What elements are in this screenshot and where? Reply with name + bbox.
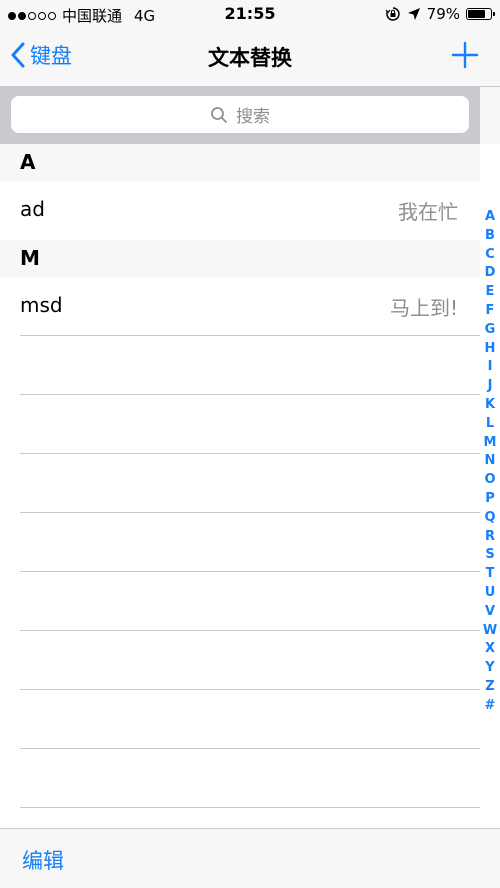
index-letter[interactable]: L [486, 415, 494, 434]
index-letter[interactable]: D [485, 264, 496, 283]
index-letter[interactable]: G [485, 321, 496, 340]
phrase-text: msd [20, 293, 63, 317]
empty-row [0, 395, 480, 454]
empty-row [0, 336, 480, 395]
bottom-toolbar: 编辑 [0, 828, 500, 888]
index-letter[interactable]: U [485, 584, 496, 603]
plus-icon[interactable] [448, 38, 482, 72]
empty-row [0, 690, 480, 749]
location-arrow-icon [407, 8, 420, 20]
search-bar: 搜索 [0, 87, 480, 144]
index-letter[interactable]: Q [484, 509, 495, 528]
index-letter[interactable]: V [485, 603, 495, 622]
index-letter[interactable]: S [485, 546, 494, 565]
index-letter[interactable]: E [486, 283, 495, 302]
index-letter[interactable]: K [485, 396, 495, 415]
section-index[interactable]: A B C D E F G H I J K L M N O P Q R S T U V W X Y Z # [480, 208, 500, 716]
search-input[interactable]: 搜索 [11, 96, 469, 133]
index-letter[interactable]: B [485, 227, 495, 246]
index-letter[interactable]: W [483, 622, 497, 641]
index-letter[interactable]: M [484, 434, 497, 453]
row-separator [20, 807, 480, 808]
battery-fill [468, 10, 486, 18]
magnifier-icon [211, 106, 227, 123]
battery-percent: 79% [426, 5, 460, 23]
index-letter[interactable]: O [484, 471, 495, 490]
list-item[interactable]: msd 马上到! [0, 277, 480, 336]
section-header-m: M [0, 240, 480, 277]
phrase-text: ad [20, 197, 45, 221]
index-letter[interactable]: # [485, 697, 496, 716]
empty-row [0, 572, 480, 631]
navigation-bar: 键盘 文本替换 [0, 30, 500, 87]
status-right: 79% [385, 5, 495, 23]
orientation-lock-icon [385, 7, 400, 21]
index-letter[interactable]: F [486, 302, 495, 321]
index-letter[interactable]: Y [485, 659, 494, 678]
index-letter[interactable]: A [485, 208, 495, 227]
empty-row [0, 631, 480, 690]
index-letter[interactable]: H [485, 340, 496, 359]
battery-icon [466, 8, 495, 20]
search-placeholder: 搜索 [236, 107, 270, 127]
shortcut-text: 我在忙 [398, 200, 458, 224]
index-letter[interactable]: C [485, 246, 495, 265]
edit-button[interactable]: 编辑 [22, 845, 64, 875]
index-letter[interactable]: R [485, 528, 495, 547]
empty-row [0, 454, 480, 513]
empty-row [0, 513, 480, 572]
text-replacement-list: A ad 我在忙 M msd 马上到! [0, 144, 480, 808]
index-letter[interactable]: T [486, 565, 495, 584]
index-letter[interactable]: J [488, 377, 493, 396]
index-letter[interactable]: I [488, 358, 493, 377]
battery-tip [493, 12, 495, 16]
list-item[interactable]: ad 我在忙 [0, 181, 480, 240]
index-letter[interactable]: X [485, 640, 495, 659]
index-letter[interactable]: P [485, 490, 495, 509]
section-header-a: A [0, 144, 480, 181]
status-bar: 中国联通 4G 21:55 79% [0, 0, 500, 30]
index-letter[interactable]: Z [485, 678, 494, 697]
index-letter[interactable]: N [485, 452, 496, 471]
shortcut-text: 马上到! [389, 296, 458, 320]
empty-row [0, 749, 480, 808]
page-title: 文本替换 [208, 46, 292, 70]
